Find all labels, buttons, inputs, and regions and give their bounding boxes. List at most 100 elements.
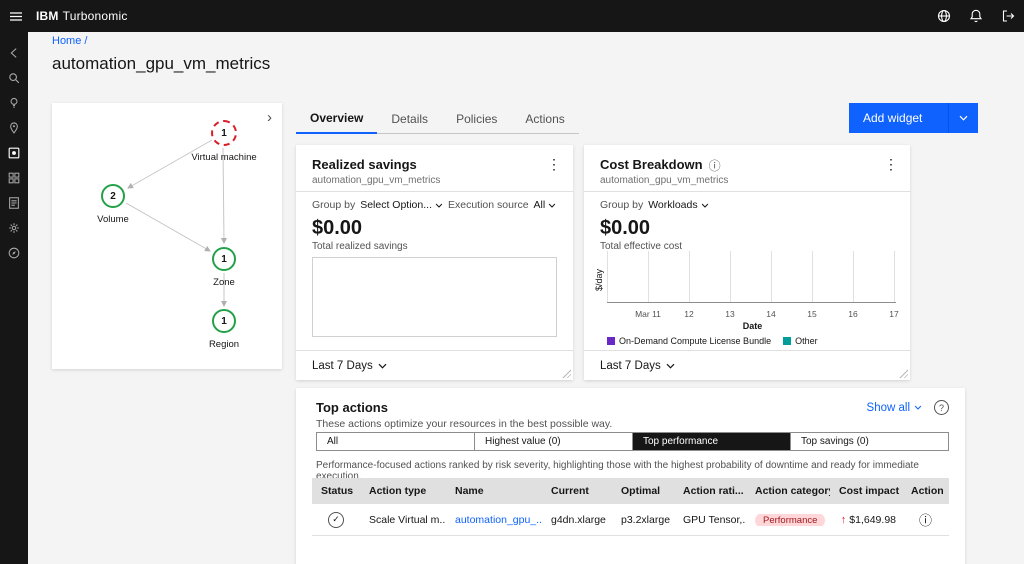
group-by-value: Workloads xyxy=(648,199,698,211)
tab-label: Actions xyxy=(525,111,565,126)
overflow-menu-icon[interactable]: ⋮ xyxy=(884,157,898,171)
entity-name-link[interactable]: automation_gpu_... xyxy=(455,514,542,526)
cost-breakdown-widget: Cost Breakdown ⓘ ⋮ automation_gpu_vm_met… xyxy=(584,145,910,380)
tab-overview[interactable]: Overview xyxy=(296,104,378,134)
node-virtual-machine-label: Virtual machine xyxy=(191,152,257,163)
nav-dashboards-icon[interactable] xyxy=(0,165,28,190)
node-volume[interactable]: 2 xyxy=(101,184,125,208)
time-range-select[interactable]: Last 7 Days xyxy=(296,350,573,380)
legend-swatch-ondemand xyxy=(607,337,615,345)
group-by-value: Select Option... xyxy=(360,199,432,211)
nav-place-icon[interactable] xyxy=(0,115,28,140)
widget-title: Realized savings xyxy=(312,157,417,172)
tab-label: Policies xyxy=(456,111,498,126)
node-region-count[interactable]: 1 xyxy=(212,309,236,333)
node-region[interactable]: 1 xyxy=(212,309,236,333)
chart-x-ticks: Mar 11 12 13 14 15 16 17 xyxy=(607,308,899,320)
effective-cost-amount: $0.00 xyxy=(600,217,651,239)
group-by-label: Group by xyxy=(600,199,644,211)
topbar-actions xyxy=(928,0,1024,32)
nav-plan-icon[interactable] xyxy=(0,90,28,115)
menu-icon[interactable] xyxy=(0,0,30,32)
add-widget-caret-button[interactable] xyxy=(948,103,979,133)
actions-table: Status Action type Name Current Optimal … xyxy=(312,478,949,536)
node-zone[interactable]: 1 xyxy=(212,247,236,271)
tab-actions[interactable]: Actions xyxy=(511,104,579,134)
row-info-icon[interactable]: ⓘ xyxy=(919,510,932,529)
help-icon[interactable]: ? xyxy=(934,400,949,415)
status-check-icon[interactable]: ✓ xyxy=(328,511,344,528)
info-icon[interactable]: ⓘ xyxy=(709,157,721,174)
col-optimal: Optimal xyxy=(621,485,661,497)
execution-source-label: Execution source xyxy=(448,199,529,211)
widget-subtitle: automation_gpu_vm_metrics xyxy=(312,175,441,186)
group-by-select[interactable]: Select Option... xyxy=(360,199,443,211)
x-tick: 16 xyxy=(848,309,858,319)
x-tick: 15 xyxy=(807,309,817,319)
tab-details[interactable]: Details xyxy=(377,104,443,134)
node-virtual-machine-count[interactable]: 1 xyxy=(211,120,237,146)
node-volume-count[interactable]: 2 xyxy=(101,184,125,208)
col-name: Name xyxy=(455,485,484,497)
cost-impact-cell: ↑ $1,649.98 xyxy=(830,514,902,526)
nav-guide-icon[interactable] xyxy=(0,240,28,265)
filter-top-performance[interactable]: Top performance xyxy=(632,433,790,450)
chevron-down-icon xyxy=(378,363,387,369)
legend-item: Other xyxy=(783,336,818,346)
brand-ibm: IBM xyxy=(36,9,59,23)
widget-subtitle: automation_gpu_vm_metrics xyxy=(600,175,729,186)
category-cell: Performance xyxy=(746,513,830,526)
optimal-cell: p3.2xlarge xyxy=(621,513,671,526)
brand-product: Turbonomic xyxy=(62,9,128,23)
col-status: Status xyxy=(321,485,354,497)
node-virtual-machine[interactable]: 1 xyxy=(211,120,237,146)
time-range-select[interactable]: Last 7 Days xyxy=(584,350,910,380)
logout-icon[interactable] xyxy=(992,0,1024,32)
col-current: Current xyxy=(551,485,589,497)
page-title: automation_gpu_vm_metrics xyxy=(52,54,271,73)
left-nav-rail xyxy=(0,32,28,564)
entity-tabs: Overview Details Policies Actions xyxy=(296,104,579,134)
x-tick: Mar 11 xyxy=(635,309,661,319)
tab-policies[interactable]: Policies xyxy=(442,104,512,134)
table-row[interactable]: ✓ Scale Virtual m... automation_gpu_... … xyxy=(312,504,949,536)
actions-filter-switcher: All Highest value (0) Top performance To… xyxy=(316,432,949,451)
add-widget-button[interactable]: Add widget xyxy=(849,103,949,133)
node-zone-count[interactable]: 1 xyxy=(212,247,236,271)
breadcrumb[interactable]: Home / xyxy=(52,35,87,47)
col-action: Action xyxy=(911,485,944,497)
nav-workloads-icon[interactable] xyxy=(0,140,28,165)
empty-chart-area xyxy=(312,257,557,337)
filter-label: Top performance xyxy=(643,436,719,447)
nav-reports-icon[interactable] xyxy=(0,190,28,215)
node-region-label: Region xyxy=(208,339,240,350)
filter-highest-value[interactable]: Highest value (0) xyxy=(474,433,632,450)
filter-top-savings[interactable]: Top savings (0) xyxy=(790,433,948,450)
time-range-value: Last 7 Days xyxy=(600,359,661,372)
node-zone-label: Zone xyxy=(213,277,235,288)
filter-all[interactable]: All xyxy=(317,433,474,450)
node-volume-label: Volume xyxy=(97,214,129,225)
show-all-link[interactable]: Show all xyxy=(867,402,922,414)
brand: IBM Turbonomic xyxy=(36,9,128,23)
legend-item: On-Demand Compute License Bundle xyxy=(607,336,771,346)
group-by-select[interactable]: Workloads xyxy=(648,199,708,211)
legend-label: Other xyxy=(795,336,818,346)
status-cell: ✓ xyxy=(312,511,360,528)
x-tick: 14 xyxy=(766,309,776,319)
legend-swatch-other xyxy=(783,337,792,345)
chart-ylabel: $/day xyxy=(594,268,604,291)
col-cost-impact: Cost impact xyxy=(839,485,900,497)
nav-settings-icon[interactable] xyxy=(0,215,28,240)
x-tick: 17 xyxy=(889,309,899,319)
execution-source-select[interactable]: All xyxy=(534,199,557,211)
globe-icon[interactable] xyxy=(928,0,960,32)
add-widget-label: Add widget xyxy=(863,111,923,125)
nav-search-icon[interactable] xyxy=(0,65,28,90)
cost-chart: $/day Mar 11 12 13 14 15 16 17 Date On-D… xyxy=(594,251,899,346)
action-cell: ⓘ xyxy=(902,510,949,529)
nav-back-icon[interactable] xyxy=(0,40,28,65)
top-actions-widget: Top actions Show all ? These actions opt… xyxy=(296,388,965,564)
overflow-menu-icon[interactable]: ⋮ xyxy=(547,157,561,171)
notifications-icon[interactable] xyxy=(960,0,992,32)
